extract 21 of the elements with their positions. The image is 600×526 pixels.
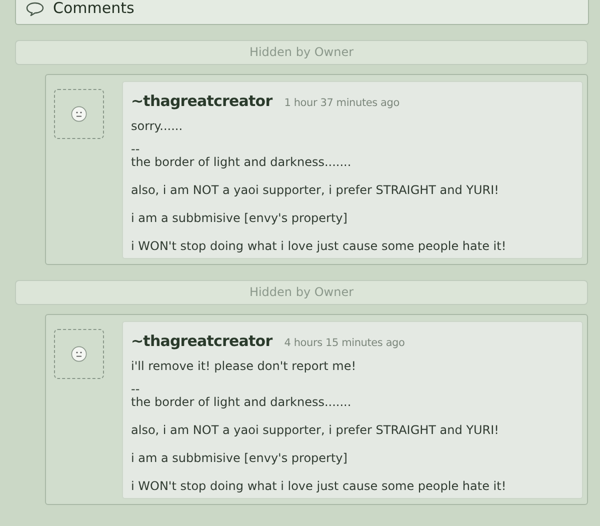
timestamp: 1 hour 37 minutes ago [284, 97, 400, 109]
username-link[interactable]: ~thagreatcreator [131, 332, 272, 350]
comment-text: i'll remove it! please don't report me! [131, 358, 358, 374]
signature-text: i am a subbmisive [envy's property] [131, 210, 348, 226]
signature-text: the border of light and darkness....... [131, 154, 352, 170]
signature-text: i am a subbmisive [envy's property] [131, 450, 348, 466]
section-title: Comments [53, 0, 134, 17]
signature-text: also, i am NOT a yaoi supporter, i prefer STRAIGHT and YURI! [131, 422, 500, 438]
hidden-comment-bar: Hidden by Owner [15, 280, 588, 305]
signature-text: i WON't stop doing what i love just cause some people hate it! [131, 478, 508, 494]
signature-separator: -- [131, 144, 141, 154]
timestamp: 4 hours 15 minutes ago [284, 337, 405, 349]
signature-text: the border of light and darkness....... [131, 394, 352, 410]
smiley-icon [71, 346, 87, 362]
signature-text: i WON't stop doing what i love just cause some people hate it! [131, 238, 508, 254]
username-link[interactable]: ~thagreatcreator [131, 92, 272, 110]
signature-separator: -- [131, 384, 141, 394]
signature-text: also, i am NOT a yaoi supporter, i prefer STRAIGHT and YURI! [131, 182, 500, 198]
hidden-comment-bar: Hidden by Owner [15, 40, 588, 65]
smiley-icon [71, 106, 87, 122]
comment-text: sorry...... [131, 118, 184, 134]
